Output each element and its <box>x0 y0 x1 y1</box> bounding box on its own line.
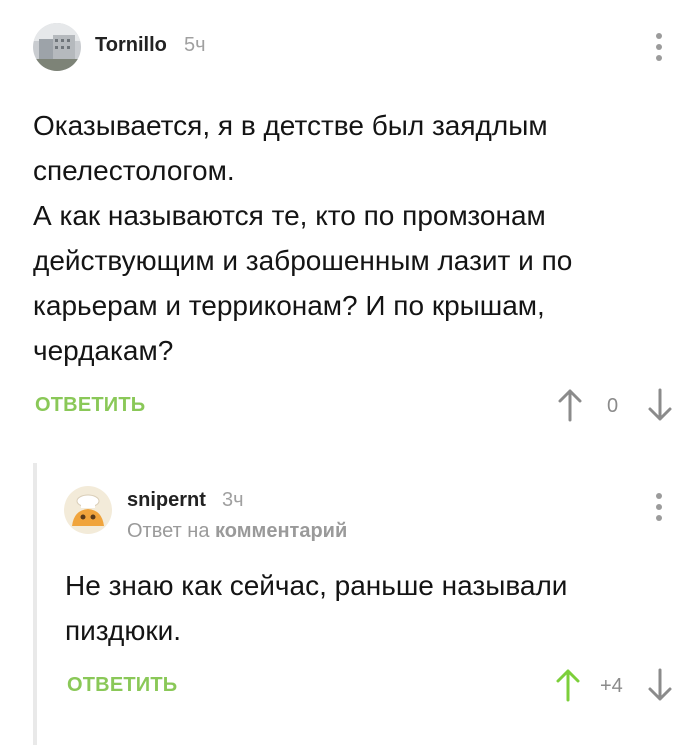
comment-text-line: карьерам и терриконам? И по крышам, <box>33 290 545 321</box>
more-vertical-icon[interactable] <box>654 493 664 521</box>
avatar[interactable] <box>64 486 112 534</box>
comment-author[interactable]: Tornillo <box>95 34 167 57</box>
reply-button[interactable]: ОТВЕТИТЬ <box>35 394 145 417</box>
arrow-down-icon[interactable] <box>647 388 673 427</box>
more-vertical-icon[interactable] <box>654 33 664 61</box>
comment-text-line: Не знаю как сейчас, раньше называли <box>65 570 568 601</box>
reply-to-info: Ответ на комментарий <box>127 520 347 543</box>
comment-text: Оказывается, я в детстве был заядлым спе… <box>33 103 673 373</box>
comment-time: 5ч <box>184 34 206 56</box>
arrow-down-icon[interactable] <box>647 668 673 707</box>
comment-text: Не знаю как сейчас, раньше называли пизд… <box>65 563 675 653</box>
comment-text-line: Оказывается, я в детстве был заядлым <box>33 110 548 141</box>
comment-author[interactable]: snipernt <box>127 489 206 512</box>
vote-score: +4 <box>600 675 623 697</box>
comment-text-line: А как называются те, кто по промзонам <box>33 200 546 231</box>
thread-line[interactable] <box>33 463 37 745</box>
comment-time: 3ч <box>222 489 244 511</box>
comment-text-line: спелестологом. <box>33 155 235 186</box>
comment-text-line: действующим и заброшенным лазит и по <box>33 245 573 276</box>
arrow-up-icon[interactable] <box>555 668 581 707</box>
comment-text-line: пиздюки. <box>65 615 182 646</box>
avatar[interactable] <box>33 23 81 71</box>
arrow-up-icon[interactable] <box>557 388 583 427</box>
vote-score: 0 <box>607 395 619 417</box>
reply-to-prefix: Ответ на <box>127 520 210 542</box>
reply-button[interactable]: ОТВЕТИТЬ <box>67 674 177 697</box>
comment-text-line: чердакам? <box>33 335 174 366</box>
reply-to-link[interactable]: комментарий <box>215 520 347 542</box>
